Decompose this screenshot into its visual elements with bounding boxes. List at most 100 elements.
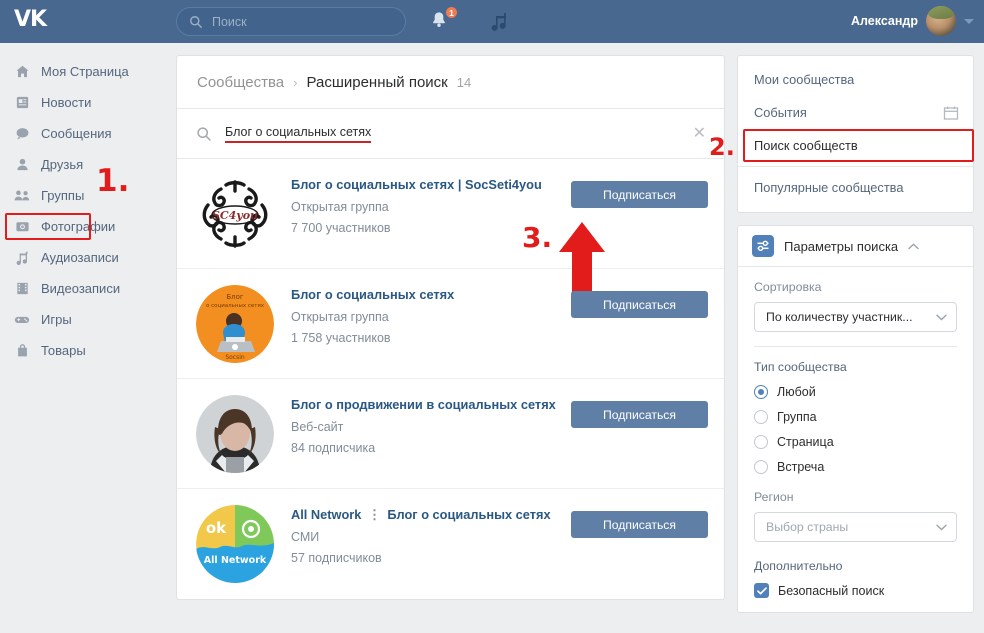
page-title: Расширенный поиск — [306, 73, 448, 91]
camera-icon — [14, 219, 30, 235]
music-note-icon — [491, 13, 506, 31]
sidebar-item-label: Игры — [41, 312, 72, 327]
region-select[interactable]: Выбор страны — [754, 512, 957, 542]
sort-select[interactable]: По количеству участник... — [754, 302, 957, 332]
chevron-down-icon — [936, 524, 947, 530]
annotation-step-2: 2. — [709, 133, 735, 161]
radio-option-page[interactable]: Страница — [754, 435, 957, 449]
chevron-up-icon[interactable] — [908, 242, 919, 250]
sidebar-item-friends[interactable]: Друзья — [0, 149, 176, 180]
sidebar-item-my-communities[interactable]: Мои сообщества — [738, 63, 973, 96]
search-input[interactable]: Блог о социальных сетях — [225, 125, 372, 143]
safe-search-checkbox-row[interactable]: Безопасный поиск — [754, 583, 957, 598]
sidebar-item-popular-communities[interactable]: Популярные сообщества — [738, 171, 973, 204]
title-divider: ⋮ — [367, 507, 381, 522]
annotation-step-1: 1. — [96, 163, 130, 199]
community-type-label: Тип сообщества — [754, 360, 847, 374]
sidebar-item-messages[interactable]: Сообщения — [0, 118, 176, 149]
radio-button[interactable] — [754, 410, 768, 424]
annotation-step-3: 3. — [522, 221, 553, 254]
music-note-icon — [14, 250, 30, 266]
user-name-label: Александр — [850, 14, 918, 28]
sidebar-item-news[interactable]: Новости — [0, 87, 176, 118]
search-parameters-body: Сортировка По количеству участник... Тип… — [738, 267, 973, 612]
list-item[interactable]: Блог о продвижении в социальных сетях Ве… — [177, 379, 724, 489]
bag-icon — [14, 343, 30, 359]
radio-button[interactable] — [754, 385, 768, 399]
sidebar-item-games[interactable]: Игры — [0, 304, 176, 335]
notifications-badge: 1 — [445, 6, 458, 19]
search-icon — [197, 126, 211, 141]
community-type: Веб-сайт — [291, 420, 344, 434]
subscribe-button[interactable]: Подписаться — [571, 401, 708, 428]
community-title-prefix: All Network — [291, 507, 362, 522]
community-members: 84 подписчика — [291, 441, 376, 455]
community-title[interactable]: Блог о социальных сетях | SocSeti4you — [291, 177, 571, 193]
community-search-field[interactable]: Блог о социальных сетях ✕ — [177, 109, 724, 159]
music-button[interactable] — [490, 11, 508, 36]
vk-logo-icon: VK — [14, 7, 49, 32]
sidebar-item-my-page[interactable]: Моя Страница — [0, 56, 176, 87]
radio-label: Группа — [777, 410, 817, 424]
sidebar-item-label: Видеозаписи — [41, 281, 121, 296]
message-bubble-icon — [14, 126, 30, 142]
community-title[interactable]: All Network ⋮ Блог о социальных сетях — [291, 507, 571, 523]
chevron-down-icon — [936, 314, 947, 320]
list-item[interactable]: SC4you Блог о социальных сетях | SocSeti… — [177, 159, 724, 297]
subscribe-button[interactable]: Подписаться — [571, 291, 708, 318]
sidebar-item-search-communities[interactable]: Поиск сообществ — [738, 129, 973, 162]
avatar[interactable] — [926, 6, 956, 36]
community-type: Открытая группа — [291, 310, 389, 324]
search-parameters-card: Параметры поиска Сортировка По количеств… — [737, 225, 974, 613]
sidebar-item-goods[interactable]: Товары — [0, 335, 176, 366]
user-menu[interactable]: Александр — [851, 6, 974, 36]
radio-label: Страница — [777, 435, 834, 449]
people-group-icon — [14, 188, 30, 204]
chevron-down-icon[interactable] — [964, 18, 974, 24]
radio-button[interactable] — [754, 460, 768, 474]
close-icon[interactable]: ✕ — [693, 126, 706, 142]
sidebar-item-label: Моя Страница — [41, 64, 129, 79]
film-strip-icon — [14, 281, 30, 297]
community-title[interactable]: Блог о социальных сетях — [291, 287, 571, 303]
sidebar-item-audio[interactable]: Аудиозаписи — [0, 242, 176, 273]
list-item[interactable]: ok All Network All Network ⋮ Блог о соци… — [177, 489, 724, 599]
checkbox[interactable] — [754, 583, 769, 598]
radio-option-group[interactable]: Группа — [754, 410, 957, 424]
menu-label: События — [754, 105, 807, 120]
search-parameters-header[interactable]: Параметры поиска — [738, 226, 973, 267]
svg-text:All Network: All Network — [204, 555, 267, 566]
community-avatar[interactable] — [196, 395, 274, 473]
sidebar-item-label: Друзья — [41, 157, 84, 172]
svg-text:о социальных сетях: о социальных сетях — [206, 303, 265, 309]
region-label: Регион — [754, 490, 794, 504]
notifications-button[interactable]: 1 — [429, 6, 458, 34]
sort-select-value: По количеству участник... — [766, 310, 913, 324]
orange-blogger-illustration-icon: Блог о социальных сетях Socsin — [196, 285, 274, 363]
sidebar-item-groups[interactable]: Группы — [0, 180, 176, 211]
community-avatar[interactable]: Блог о социальных сетях Socsin — [196, 285, 274, 363]
subscribe-button[interactable]: Подписаться — [571, 181, 708, 208]
sort-label: Сортировка — [754, 280, 822, 294]
radio-option-any[interactable]: Любой — [754, 385, 957, 399]
community-title[interactable]: Блог о продвижении в социальных сетях — [291, 397, 571, 413]
global-search-input[interactable]: Поиск — [176, 7, 406, 36]
list-item[interactable]: Блог о социальных сетях Socsin Блог о со… — [177, 269, 724, 379]
sidebar-item-photos[interactable]: Фотографии — [0, 211, 176, 242]
svg-text:SC4you: SC4you — [212, 209, 258, 222]
radio-option-event[interactable]: Встреча — [754, 460, 957, 474]
community-info: Блог о социальных сетях Открытая группа … — [291, 285, 571, 364]
sidebar-item-events[interactable]: События — [738, 96, 973, 129]
community-avatar[interactable]: SC4you — [196, 175, 274, 253]
vk-logo[interactable]: VK — [14, 7, 84, 37]
radio-button[interactable] — [754, 435, 768, 449]
top-navigation-bar: VK Поиск 1 Александр — [0, 0, 984, 43]
subscribe-button[interactable]: Подписаться — [571, 511, 708, 538]
communities-menu-card: Мои сообщества События Поиск сообществ П… — [737, 55, 974, 213]
sidebar-item-video[interactable]: Видеозаписи — [0, 273, 176, 304]
safe-search-label: Безопасный поиск — [778, 583, 885, 598]
community-avatar[interactable]: ok All Network — [196, 505, 274, 583]
community-title-rest: Блог о социальных сетях — [387, 507, 551, 522]
radio-label: Любой — [777, 385, 816, 399]
breadcrumb-root[interactable]: Сообщества — [197, 74, 284, 91]
